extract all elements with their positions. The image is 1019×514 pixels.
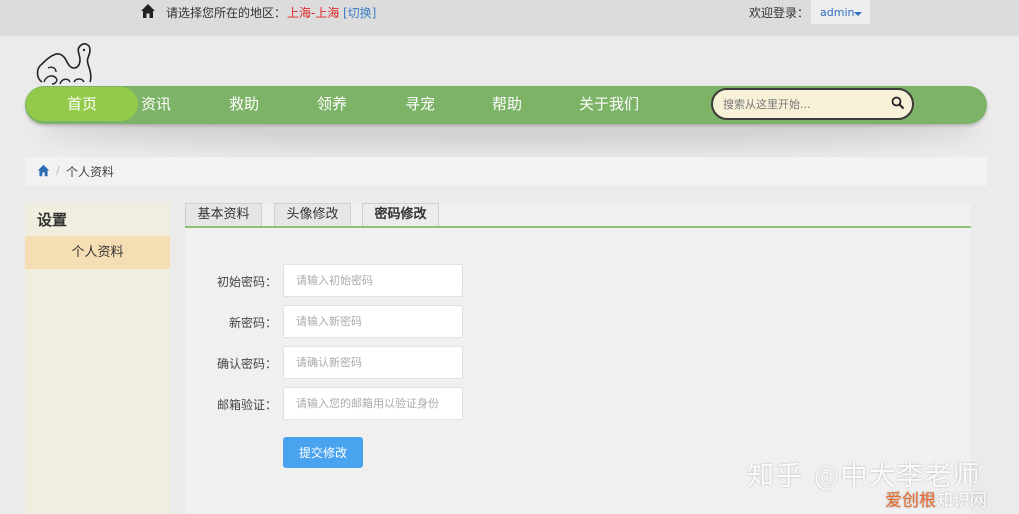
welcome-label: 欢迎登录： (749, 6, 810, 20)
region-value: 上海-上海 (287, 6, 340, 20)
tab-avatar[interactable]: 头像修改 (274, 203, 351, 227)
new-password-input[interactable] (283, 305, 463, 338)
tab-password[interactable]: 密码修改 (362, 203, 439, 227)
sidebar-item-profile[interactable]: 个人资料 (25, 236, 170, 269)
nav-item-home[interactable]: 首页 (26, 87, 138, 121)
home-icon (141, 4, 155, 18)
dog-logo[interactable] (34, 38, 94, 86)
old-password-label: 初始密码： (216, 275, 277, 289)
search-input[interactable] (723, 96, 883, 112)
nav-item-find-pet[interactable]: 寻宠 (390, 86, 450, 122)
tab-basic-info[interactable]: 基本资料 (185, 203, 262, 227)
confirm-password-label: 确认密码： (216, 357, 277, 371)
main-nav: 首页 资讯 救助 领养 寻宠 帮助 关于我们 (25, 86, 987, 124)
breadcrumb-home-icon[interactable] (37, 164, 50, 177)
settings-sidebar: 设置 个人资料 (25, 203, 170, 514)
tabs-divider (185, 226, 971, 228)
watermark-site-accent: 爱创根 (885, 491, 936, 511)
nav-item-about[interactable]: 关于我们 (573, 86, 645, 122)
submit-button[interactable]: 提交修改 (283, 437, 363, 468)
user-menu-dropdown[interactable]: admin (811, 0, 870, 24)
breadcrumb-current: 个人资料 (66, 165, 115, 179)
watermark-site: 爱创根知识网 (885, 486, 987, 511)
search-icon[interactable] (891, 96, 905, 110)
confirm-password-input[interactable] (283, 346, 463, 379)
username: admin (820, 6, 855, 19)
email-verify-input[interactable] (283, 387, 463, 420)
caret-down-icon (854, 12, 862, 16)
region-switch-link[interactable]: [切换] (343, 4, 376, 21)
watermark-site-rest: 知识网 (936, 491, 987, 511)
breadcrumb-separator: / (56, 164, 60, 177)
nav-item-adopt[interactable]: 领养 (302, 86, 362, 122)
nav-item-news[interactable]: 资讯 (126, 86, 186, 122)
sidebar-title: 设置 (37, 211, 68, 229)
top-bar: 请选择您所在的地区： 上海-上海 [切换] 欢迎登录： admin (0, 0, 1019, 36)
new-password-label: 新密码： (228, 316, 277, 330)
search-box (711, 88, 914, 120)
region-label: 请选择您所在的地区： (166, 6, 287, 20)
nav-item-help[interactable]: 帮助 (477, 86, 537, 122)
old-password-input[interactable] (283, 264, 463, 297)
email-verify-label: 邮箱验证： (216, 398, 277, 412)
nav-item-rescue[interactable]: 救助 (214, 86, 274, 122)
breadcrumb: / 个人资料 (25, 157, 987, 186)
